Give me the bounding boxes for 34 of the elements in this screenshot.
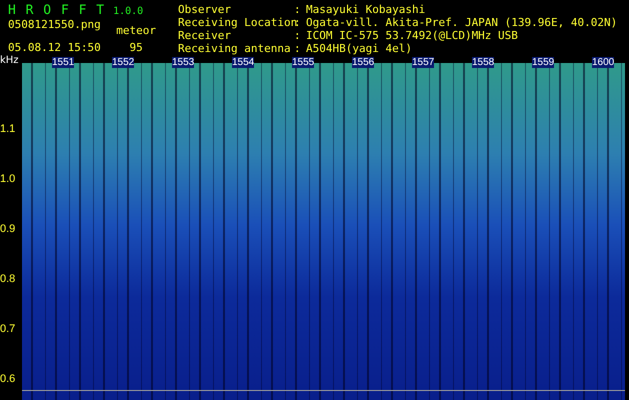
axis-unit: kHz bbox=[0, 55, 20, 67]
info-separator: : bbox=[294, 29, 302, 42]
info-separator: : bbox=[294, 42, 302, 55]
info-label: Observer bbox=[178, 3, 232, 16]
file-name: 0508121550.png bbox=[8, 18, 101, 31]
axis-label: 0.6 bbox=[0, 373, 16, 387]
date-time: 05.08.12 15:50 bbox=[8, 41, 101, 54]
time-label: 1554 bbox=[232, 57, 254, 68]
info-value: Ogata-vill. Akita-Pref. JAPAN (139.96E, 40.02N) bbox=[306, 16, 618, 29]
meteor-count: 95 bbox=[130, 41, 143, 54]
axis-label: 0.8 bbox=[0, 273, 16, 287]
mode-label: meteor bbox=[116, 24, 156, 37]
axis-label: 0.7 bbox=[0, 323, 16, 337]
info-value: Masayuki Kobayashi bbox=[306, 3, 426, 16]
time-label: 1559 bbox=[532, 57, 554, 68]
time-label: 1552 bbox=[112, 57, 134, 68]
info-label: Receiver bbox=[178, 29, 232, 42]
info-label: Receiving antenna bbox=[178, 42, 292, 55]
time-label: 1557 bbox=[412, 57, 434, 68]
time-label: 1551 bbox=[52, 57, 74, 68]
time-label: 1553 bbox=[172, 57, 194, 68]
axis-label: 1.1 bbox=[0, 123, 16, 137]
axis-label: 0.9 bbox=[0, 223, 16, 237]
info-separator: : bbox=[294, 3, 302, 16]
time-label: 1558 bbox=[472, 57, 494, 68]
time-label: 1600 bbox=[592, 57, 614, 68]
time-label: 1556 bbox=[352, 57, 374, 68]
axis-label: 1.0 bbox=[0, 173, 16, 187]
time-label: 1555 bbox=[292, 57, 314, 68]
app-version: 1.0.0 bbox=[113, 6, 144, 17]
info-label: Receiving Location bbox=[178, 16, 294, 29]
info-value: ICOM IC-575 53.7492(@LCD)MHz USB bbox=[306, 29, 518, 42]
info-value: A504HB(yagi 4el) bbox=[306, 42, 412, 55]
app-name: H R O F F T bbox=[8, 3, 106, 18]
